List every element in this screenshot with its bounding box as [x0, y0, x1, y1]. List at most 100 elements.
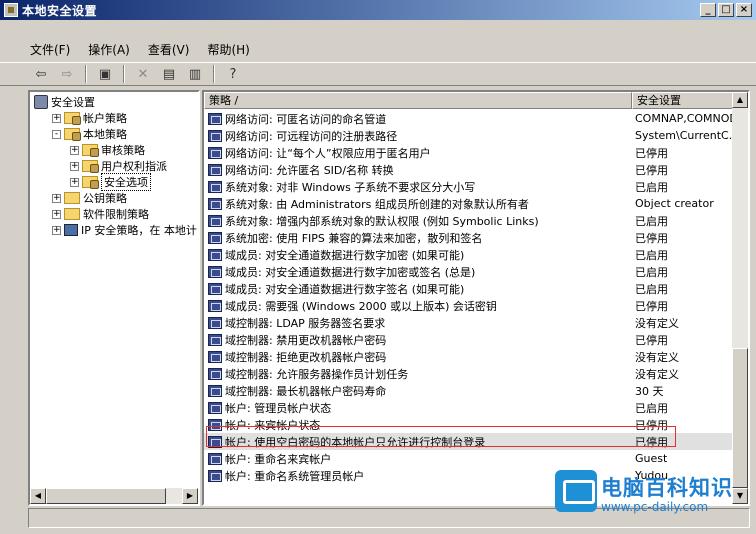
policy-setting: 没有定义 — [635, 350, 679, 364]
policy-row[interactable]: 域成员: 对安全通道数据进行数字加密或签名 (总是) 已启用 — [204, 263, 732, 280]
policy-icon — [208, 197, 222, 210]
policy-row[interactable]: 帐户: 使用空白密码的本地帐户只允许进行控制台登录 已停用 — [204, 433, 732, 450]
policy-row[interactable]: 域控制器: LDAP 服务器签名要求 没有定义 — [204, 314, 732, 331]
menu-action[interactable]: 操作(A) — [88, 41, 130, 58]
policy-setting: 已停用 — [635, 231, 668, 245]
close-button[interactable]: × — [736, 3, 752, 17]
tree-item[interactable]: + 审核策略 — [70, 142, 145, 158]
policy-setting: 已停用 — [635, 163, 668, 177]
policy-icon — [208, 452, 222, 465]
policy-name: 域成员: 对安全通道数据进行数字加密或签名 (总是) — [225, 265, 476, 279]
policy-row[interactable]: 域控制器: 最长机器帐户密码寿命 30 天 — [204, 382, 732, 399]
policy-row[interactable]: 帐户: 管理员帐户状态 已启用 — [204, 399, 732, 416]
scroll-up-button[interactable]: ▲ — [732, 92, 748, 108]
computer-icon — [64, 224, 78, 236]
collapse-icon[interactable]: - — [52, 129, 61, 139]
folder-icon — [64, 208, 80, 220]
properties-icon[interactable]: ▤ — [158, 64, 180, 84]
scroll-thumb[interactable] — [732, 348, 748, 488]
tree-horizontal-scrollbar[interactable]: ◀ ▶ — [30, 488, 198, 504]
policy-setting: 已停用 — [635, 418, 668, 432]
policy-icon — [208, 146, 222, 159]
policy-name: 系统对象: 由 Administrators 组成员所创建的对象默认所有者 — [225, 197, 529, 211]
scroll-thumb[interactable] — [46, 488, 166, 504]
delete-icon[interactable]: ✕ — [132, 64, 154, 84]
tree-item[interactable]: + 帐户策略 — [52, 110, 127, 126]
policy-name: 系统对象: 增强内部系统对象的默认权限 (例如 Symbolic Links) — [225, 214, 539, 228]
policy-setting: 已启用 — [635, 180, 668, 194]
policy-name: 系统加密: 使用 FIPS 兼容的算法来加密，散列和签名 — [225, 231, 483, 245]
policy-name: 域成员: 对安全通道数据进行数字签名 (如果可能) — [225, 282, 465, 296]
tree-item[interactable]: + 安全选项 — [70, 173, 151, 191]
policy-setting: Object creator — [635, 197, 714, 210]
toolbar: ⇦ ⇨ ▣ ✕ ▤ ▥ ? — [0, 62, 756, 86]
policy-name: 帐户: 来宾帐户状态 — [225, 418, 321, 432]
policy-row[interactable]: 系统对象: 对非 Windows 子系统不要求区分大小写 已启用 — [204, 178, 732, 195]
forward-arrow-icon[interactable]: ⇨ — [56, 64, 78, 84]
policy-row[interactable]: 域成员: 对安全通道数据进行数字加密 (如果可能) 已启用 — [204, 246, 732, 263]
export-icon[interactable]: ▥ — [184, 64, 206, 84]
policy-icon — [208, 282, 222, 295]
column-header-setting[interactable]: 安全设置 — [632, 92, 734, 109]
policy-row[interactable]: 网络访问: 可匿名访问的命名管道 COMNAP,COMNODE,... — [204, 110, 735, 127]
policy-row[interactable]: 域成员: 对安全通道数据进行数字签名 (如果可能) 已启用 — [204, 280, 732, 297]
policy-row[interactable]: 系统加密: 使用 FIPS 兼容的算法来加密，散列和签名 已停用 — [204, 229, 732, 246]
maximize-button[interactable]: □ — [718, 3, 734, 17]
minimize-button[interactable]: _ — [700, 3, 716, 17]
policy-icon — [208, 265, 222, 278]
policy-row[interactable]: 网络访问: 让“每个人”权限应用于匿名用户 已停用 — [204, 144, 732, 161]
column-header-policy[interactable]: 策略 / — [204, 92, 632, 109]
policy-setting: 已停用 — [635, 333, 668, 347]
toolbar-separator — [85, 65, 87, 83]
policy-setting: 没有定义 — [635, 316, 679, 330]
tree-item-label: 公钥策略 — [83, 192, 127, 205]
expand-icon[interactable]: + — [70, 177, 79, 187]
expand-icon[interactable]: + — [52, 113, 61, 123]
back-arrow-icon[interactable]: ⇦ — [30, 64, 52, 84]
policy-row[interactable]: 域控制器: 拒绝更改机器帐户密码 没有定义 — [204, 348, 732, 365]
scroll-right-button[interactable]: ▶ — [182, 488, 198, 504]
folder-lock-icon — [82, 160, 99, 173]
details-vertical-scrollbar[interactable]: ▲ ▼ — [732, 92, 748, 504]
menu-file[interactable]: 文件(F) — [30, 41, 70, 58]
policy-icon — [208, 248, 222, 261]
policy-name: 域成员: 对安全通道数据进行数字加密 (如果可能) — [225, 248, 465, 262]
policy-row[interactable]: 网络访问: 可远程访问的注册表路径 System\CurrentC... — [204, 127, 735, 144]
policy-name: 域控制器: 最长机器帐户密码寿命 — [225, 384, 387, 398]
policy-row[interactable]: 域控制器: 禁用更改机器帐户密码 已停用 — [204, 331, 732, 348]
tree-item[interactable]: 安全设置 — [34, 94, 95, 110]
policy-row[interactable]: 域控制器: 允许服务器操作员计划任务 没有定义 — [204, 365, 732, 382]
policy-name: 域控制器: 禁用更改机器帐户密码 — [225, 333, 387, 347]
policy-row[interactable]: 网络访问: 允许匿名 SID/名称 转换 已停用 — [204, 161, 732, 178]
policy-row[interactable]: 域成员: 需要强 (Windows 2000 或以上版本) 会话密钥 已停用 — [204, 297, 732, 314]
help-icon[interactable]: ? — [222, 64, 244, 84]
menu-view[interactable]: 查看(V) — [148, 41, 190, 58]
expand-icon[interactable]: + — [52, 225, 61, 235]
expand-icon[interactable]: + — [70, 145, 79, 155]
title-bar[interactable]: 本地安全设置 _ □ × — [0, 0, 756, 20]
tree-item[interactable]: + IP 安全策略，在 本地计 — [52, 222, 197, 238]
scroll-left-button[interactable]: ◀ — [30, 488, 46, 504]
tree-item[interactable]: + 用户权利指派 — [70, 158, 167, 174]
policy-row[interactable]: 系统对象: 增强内部系统对象的默认权限 (例如 Symbolic Links) 已… — [204, 212, 732, 229]
tree-item[interactable]: - 本地策略 — [52, 126, 127, 142]
policy-row[interactable]: 帐户: 来宾帐户状态 已停用 — [204, 416, 732, 433]
watermark-url: www.pc-daily.com — [601, 500, 709, 514]
policy-icon — [208, 180, 222, 193]
menu-help[interactable]: 帮助(H) — [207, 41, 249, 58]
tree-item[interactable]: + 软件限制策略 — [52, 206, 149, 222]
policy-setting: System\CurrentC... — [635, 129, 735, 142]
policy-setting: 已启用 — [635, 265, 668, 279]
policy-row[interactable]: 系统对象: 由 Administrators 组成员所创建的对象默认所有者 Obj… — [204, 195, 732, 212]
expand-icon[interactable]: + — [52, 193, 61, 203]
tree-item[interactable]: + 公钥策略 — [52, 190, 127, 206]
policy-name: 域控制器: 拒绝更改机器帐户密码 — [225, 350, 387, 364]
toolbar-separator — [213, 65, 215, 83]
expand-icon[interactable]: + — [70, 161, 79, 171]
policy-icon — [208, 418, 222, 431]
expand-icon[interactable]: + — [52, 209, 61, 219]
policy-name: 网络访问: 允许匿名 SID/名称 转换 — [225, 163, 394, 177]
policy-row[interactable]: 帐户: 重命名来宾帐户 Guest — [204, 450, 732, 467]
up-folder-icon[interactable]: ▣ — [94, 64, 116, 84]
window-title: 本地安全设置 — [22, 3, 98, 18]
